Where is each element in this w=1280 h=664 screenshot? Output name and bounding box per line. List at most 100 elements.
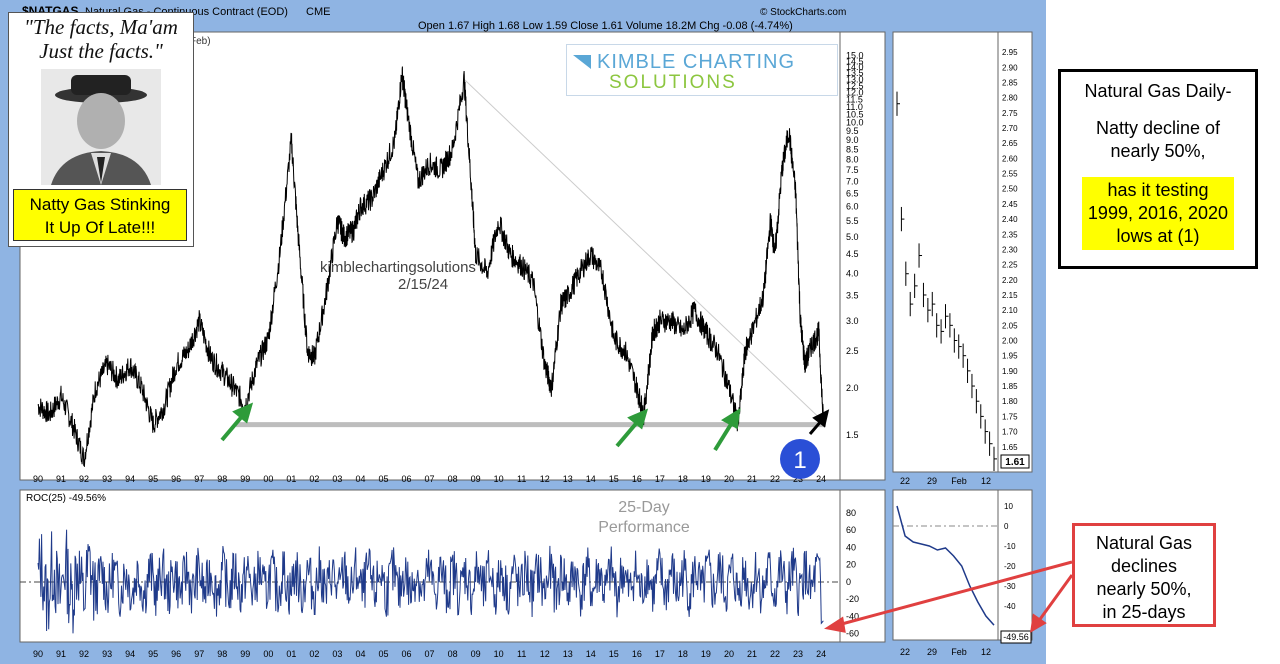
x-tick-label: 16	[632, 474, 642, 484]
x-tick-label: 92	[79, 474, 89, 484]
callout-line4: in 25-days	[1102, 602, 1186, 622]
note-line4: has it testing	[1107, 180, 1209, 200]
inset-y-tick-label: 2.50	[1002, 185, 1018, 194]
x-tick-label: 18	[678, 474, 688, 484]
roc-x-tick-label: 96	[171, 649, 181, 659]
roc-x-tick-label: 18	[678, 649, 688, 659]
y-tick-label: 2.5	[846, 346, 859, 356]
roc-y-tick-label: 20	[846, 560, 856, 570]
x-tick-label: 01	[286, 474, 296, 484]
inset-roc-y-tick-label: -30	[1004, 582, 1016, 591]
inset-price-panel	[892, 31, 999, 473]
credit-label: © StockCharts.com	[760, 7, 846, 18]
y-tick-label: 7.0	[846, 176, 859, 186]
quote-text: "The facts, Ma'am Just the facts."	[9, 15, 193, 63]
logo-mark	[573, 55, 591, 69]
roc-x-tick-label: 07	[425, 649, 435, 659]
roc-y-tick-label: -20	[846, 594, 859, 604]
roc-x-tick-label: 90	[33, 649, 43, 659]
roc-x-tick-label: 94	[125, 649, 135, 659]
ohlc-label: Open 1.67 High 1.68 Low 1.59 Close 1.61 …	[418, 20, 793, 32]
inset-y-tick-label: 2.55	[1002, 170, 1018, 179]
x-tick-label: 19	[701, 474, 711, 484]
roc-x-tick-label: 98	[217, 649, 227, 659]
inset-y-tick-label: 2.40	[1002, 215, 1018, 224]
y-tick-label: 4.5	[846, 249, 859, 259]
callout-line3: nearly 50%,	[1096, 579, 1192, 599]
y-tick-label: 5.0	[846, 232, 859, 242]
roc-x-tick-label: 19	[701, 649, 711, 659]
inset-roc-x-tick-label: 22	[900, 647, 910, 657]
marker-label: 1	[793, 447, 806, 474]
roc-y-tick-label: 80	[846, 508, 856, 518]
inset-y-tick-label: 2.85	[1002, 78, 1018, 87]
roc-title-line1: 25-Day	[618, 499, 670, 516]
inset-y-tick-label: 2.95	[1002, 48, 1018, 57]
inset-y-tick-label: 2.20	[1002, 276, 1018, 285]
inset-roc-x-tick-label: 12	[981, 647, 991, 657]
y-tick-label: 7.5	[846, 165, 859, 175]
logo-line1: KIMBLE CHARTING	[597, 51, 795, 73]
note-line3: nearly 50%,	[1110, 141, 1206, 161]
inset-y-tick-label: 2.25	[1002, 261, 1018, 270]
x-tick-label: 07	[425, 474, 435, 484]
roc-x-tick-label: 93	[102, 649, 112, 659]
inset-roc-y-tick-label: -10	[1004, 542, 1016, 551]
inset-y-tick-label: 2.10	[1002, 306, 1018, 315]
y-tick-label: 5.5	[846, 216, 859, 226]
roc-x-tick-label: 97	[194, 649, 204, 659]
note-line2: Natty decline of	[1095, 118, 1221, 138]
x-tick-label: 02	[309, 474, 319, 484]
x-tick-label: 11	[517, 474, 526, 484]
roc-label: ROC(25) -49.56%	[26, 493, 106, 504]
roc-y-tick-label: 0	[846, 577, 851, 587]
y-tick-label: 8.5	[846, 144, 859, 154]
y-tick-label: 2.0	[846, 383, 859, 393]
roc-x-tick-label: 14	[586, 649, 596, 659]
roc-x-tick-label: 22	[770, 649, 780, 659]
inset-y-tick-label: 2.70	[1002, 124, 1018, 133]
x-tick-label: 06	[402, 474, 412, 484]
inset-roc-y-tick-label: -20	[1004, 562, 1016, 571]
roc-x-tick-label: 21	[747, 649, 757, 659]
exchange-label: CME	[306, 6, 330, 18]
x-tick-label: 93	[102, 474, 112, 484]
x-tick-label: 24	[816, 474, 826, 484]
roc-x-tick-label: 91	[56, 649, 66, 659]
inset-roc-x-tick-label: 29	[927, 647, 937, 657]
x-tick-label: 99	[240, 474, 250, 484]
y-tick-label: 6.5	[846, 189, 859, 199]
roc-x-tick-label: 02	[309, 649, 319, 659]
y-tick-label: 4.0	[846, 269, 859, 279]
inset-y-tick-label: 2.30	[1002, 245, 1018, 254]
inset-roc-x-tick-label: Feb	[951, 647, 967, 657]
roc-x-tick-label: 09	[471, 649, 481, 659]
x-tick-label: 03	[332, 474, 342, 484]
roc-x-tick-label: 11	[517, 649, 526, 659]
roc-y-tick-label: 60	[846, 525, 856, 535]
inset-y-tick-label: 1.75	[1002, 412, 1018, 421]
inset-roc-panel	[892, 489, 999, 641]
watermark-site: kimblechartingsolutions	[320, 259, 476, 276]
roc-x-tick-label: 17	[655, 649, 665, 659]
x-tick-label: 94	[125, 474, 135, 484]
x-tick-label: 20	[724, 474, 734, 484]
inset-y-tick-label: 1.95	[1002, 352, 1018, 361]
roc-x-tick-label: 99	[240, 649, 250, 659]
inset-y-tick-label: 2.65	[1002, 139, 1018, 148]
quote-line2: Just the facts."	[39, 39, 163, 63]
price-tag: 1.61	[1005, 457, 1025, 468]
roc-x-tick-label: 05	[378, 649, 388, 659]
note-line6: lows at (1)	[1116, 226, 1200, 246]
inset-x-tick-label: Feb	[951, 476, 967, 486]
x-tick-label: 14	[586, 474, 596, 484]
roc-x-tick-label: 20	[724, 649, 734, 659]
inset-y-tick-label: 2.05	[1002, 321, 1018, 330]
roc-x-tick-label: 06	[402, 649, 412, 659]
quote-line1: "The facts, Ma'am	[24, 15, 178, 39]
roc-y-tick-label: -60	[846, 629, 859, 639]
roc-x-tick-label: 16	[632, 649, 642, 659]
note-line1: Natural Gas Daily-	[1084, 81, 1232, 101]
x-tick-label: 08	[448, 474, 458, 484]
roc-x-tick-label: 15	[609, 649, 619, 659]
